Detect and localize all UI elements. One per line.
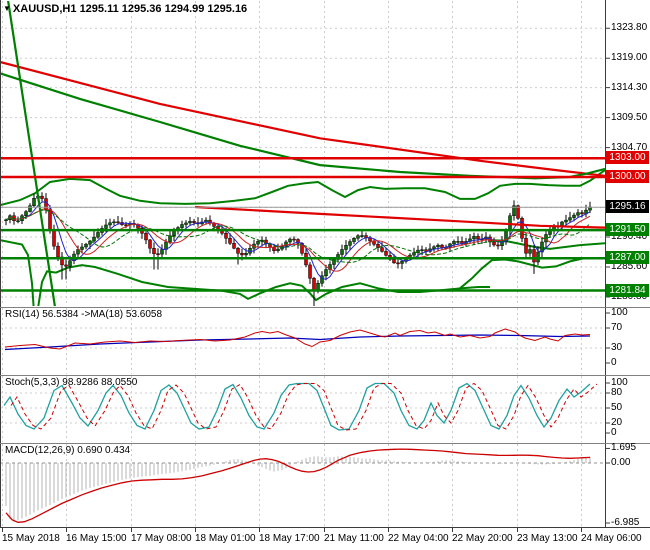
chart-canvas[interactable]	[0, 0, 650, 550]
mt4-chart-window[interactable]: ▼ XAUUSD,H1 1295.11 1295.36 1294.99 1295.…	[0, 0, 650, 550]
